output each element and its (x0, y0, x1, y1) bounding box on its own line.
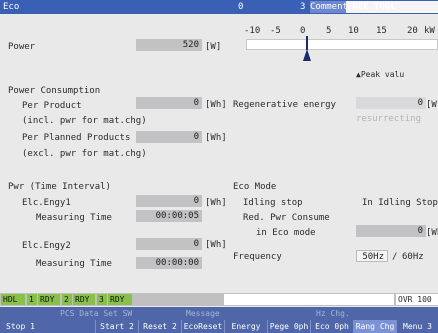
rdy3-indicator: RDY (108, 294, 132, 305)
status-message-area (224, 294, 394, 305)
scale-label: -5 (270, 26, 281, 36)
rdy2-indicator: RDY (73, 294, 95, 305)
per-planned-value: 0 (136, 131, 202, 143)
in-eco-mode-label: in Eco mode (256, 228, 316, 238)
power-label: Power (8, 42, 36, 52)
in-eco-mode-unit: [Wh (426, 228, 438, 238)
elc-engy1-label: Elc.Engy1 (22, 198, 71, 208)
gauge-needle-tip (303, 49, 311, 61)
rdy2-number: 2 (62, 294, 72, 305)
frequency-separator: / (392, 252, 398, 262)
elc-engy1-unit: [Wh] (205, 198, 227, 208)
red-pwr-label: Red. Pwr Consume (243, 213, 330, 223)
free-tool-label: FREE TOOL (347, 2, 396, 12)
scale-label: -10 (244, 26, 261, 36)
title-number-2: 3 (300, 2, 306, 12)
rdy1-indicator: RDY (38, 294, 60, 305)
frequency-60hz[interactable]: 60Hz (402, 252, 424, 262)
resurrecting-label: resurrecting (356, 114, 422, 124)
softkey-eco-graph[interactable]: Eco 0ph (310, 320, 353, 333)
softkey-range-change[interactable]: Rang Chg (353, 320, 396, 333)
power-unit: [W] (205, 42, 222, 52)
per-planned-label: Per Planned Products (22, 133, 131, 143)
measuring-time1-label: Measuring Time (36, 213, 112, 223)
per-planned-unit: [Wh] (205, 133, 227, 143)
softkey-stop1[interactable]: Stop 1 (0, 320, 95, 333)
interval-title: Pwr (Time Interval) (8, 182, 111, 192)
softkey-start2[interactable]: Start 2 (95, 320, 138, 333)
scale-label: 5 (326, 26, 332, 36)
screen-title: Eco (3, 2, 20, 12)
override-indicator: OVR 100 (396, 294, 438, 305)
scale-label: 15 (376, 26, 387, 36)
comment-label: Comment (310, 2, 348, 12)
measuring-time1-value: 00:00:05 (136, 210, 202, 222)
scale-label: 0 (300, 26, 306, 36)
rdy3-number: 3 (97, 294, 107, 305)
measuring-time2-label: Measuring Time (36, 259, 112, 269)
rdy1-number: 1 (27, 294, 37, 305)
title-bar: Eco 0 3 Comment FREE TOOL (0, 0, 438, 14)
gauge-needle (306, 36, 308, 50)
incl-note: (incl. pwr for mat.chg) (22, 116, 147, 126)
elc-engy2-value: 0 (136, 238, 202, 250)
power-gauge (246, 39, 438, 50)
elc-engy2-unit: [Wh] (205, 240, 227, 250)
per-product-unit: [Wh] (205, 100, 227, 110)
comment-area: Comment (310, 1, 348, 13)
softkey-menu[interactable]: Menu 3 (396, 320, 438, 333)
eco-mode-title: Eco Mode (233, 182, 277, 192)
softkey-energy[interactable]: Energy (224, 320, 267, 333)
elc-engy2-label: Elc.Engy2 (22, 241, 71, 251)
per-product-value: 0 (136, 97, 202, 109)
softkey-top-label: Hz Chg. (316, 309, 350, 318)
softkey-eco-reset[interactable]: EcoReset (181, 320, 224, 333)
consumption-title: Power Consumption (8, 86, 101, 96)
per-product-label: Per Product (22, 101, 82, 111)
idling-stop-label: Idling stop (243, 198, 303, 208)
regen-label: Regenerative energy (233, 100, 336, 110)
frequency-50hz[interactable]: 50Hz (356, 250, 388, 262)
excl-note: (excl. pwr for mat.chg) (22, 149, 147, 159)
elc-engy1-value: 0 (136, 195, 202, 207)
idling-stop-value: In Idling Stop (362, 198, 438, 208)
hdl-indicator: HDL (1, 294, 25, 305)
free-tool-area: FREE TOOL (346, 1, 438, 13)
softkey-reset2[interactable]: Reset 2 (138, 320, 181, 333)
scale-label: 10 (348, 26, 359, 36)
power-value: 520 (136, 39, 202, 51)
softkey-top-label: PCS Data Set SW (60, 309, 133, 318)
peak-value-label: ▲Peak valu (356, 70, 405, 79)
regen-unit: [W] (426, 100, 438, 110)
in-eco-mode-value: 0 (356, 225, 426, 237)
softkey-top-label: Message (186, 309, 220, 318)
scale-label: kW (424, 26, 435, 36)
frequency-label: Frequency (233, 252, 282, 262)
softkey-page[interactable]: Pege 0ph (267, 320, 310, 333)
regen-value: 0 (356, 97, 426, 109)
scale-label: 20 (407, 26, 418, 36)
measuring-time2-value: 00:00:00 (136, 257, 202, 269)
title-number: 0 (238, 2, 244, 12)
